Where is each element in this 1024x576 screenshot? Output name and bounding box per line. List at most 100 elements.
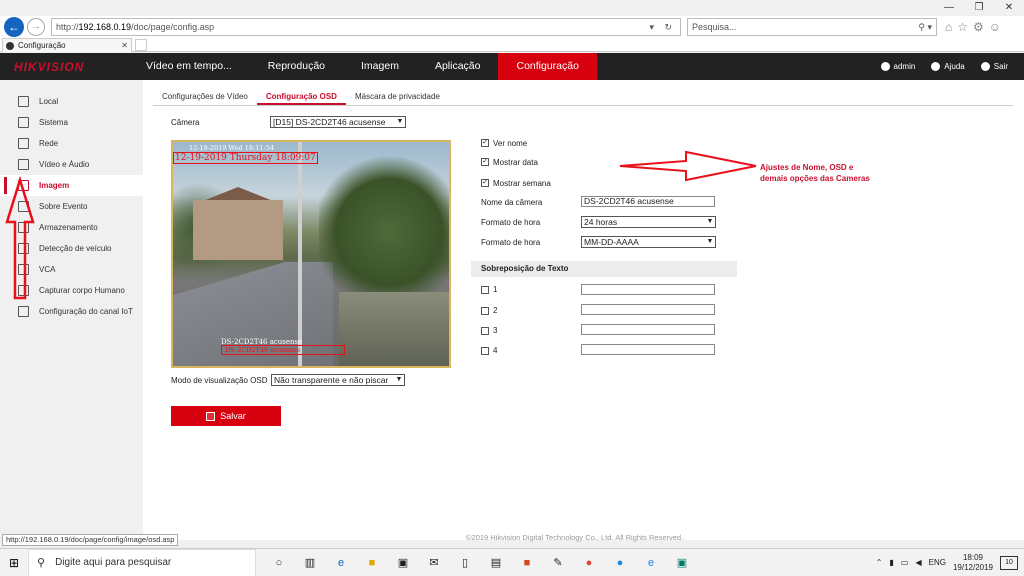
search-icon[interactable]: ⚲ ▾ [918, 22, 932, 33]
powerpoint-icon[interactable]: ■ [516, 552, 538, 574]
volume-icon[interactable]: ◀ [915, 558, 921, 567]
ie-icon[interactable]: e [640, 552, 662, 574]
home-icon[interactable]: ⌂ [945, 20, 952, 34]
save-button[interactable]: Salvar [171, 406, 281, 426]
sidebar-item-video-audio[interactable]: Vídeo e Áudio [0, 154, 143, 175]
sidebar-item-event[interactable]: Sobre Evento [0, 196, 143, 217]
overlay-3-input[interactable] [581, 324, 715, 335]
display-mode-label: Modo de visualização OSD [171, 376, 268, 385]
nav-playback[interactable]: Reprodução [250, 53, 343, 80]
show-week-checkbox[interactable]: ✓ [481, 179, 489, 187]
network-tray-icon[interactable]: ▭ [901, 558, 909, 567]
camera-name-input[interactable]: DS-2CD2T46 acusense [581, 196, 715, 207]
chevron-up-icon[interactable]: ⌃ [876, 558, 883, 567]
address-bar: ← → http:// 192.168.0.19 /doc/page/confi… [0, 16, 1024, 38]
browser-search-input[interactable]: Pesquisa... ⚲ ▾ [687, 18, 937, 36]
favorites-icon[interactable]: ☆ [957, 20, 968, 34]
show-week-label: Mostrar semana [493, 179, 551, 188]
microphone-icon[interactable]: ▮ [889, 558, 893, 567]
sidebar-item-vca[interactable]: VCA [0, 259, 143, 280]
app-icon[interactable]: ▤ [485, 552, 507, 574]
nav-application[interactable]: Aplicação [417, 53, 499, 80]
sidebar-item-iot[interactable]: Configuração do canal IoT [0, 301, 143, 322]
cortana-icon[interactable]: ○ [268, 552, 290, 574]
clock[interactable]: 18:09 19/12/2019 [953, 553, 993, 573]
show-name-checkbox[interactable]: ✓ [481, 139, 489, 147]
sidebar-item-human-body[interactable]: Capturar corpo Humano [0, 280, 143, 301]
overlay-1-input[interactable] [581, 284, 715, 295]
sidebar-item-vehicle-detection[interactable]: Detecção de veículo [0, 238, 143, 259]
tab-privacy-mask[interactable]: Máscara de privacidade [346, 90, 449, 105]
smiley-icon[interactable]: ☺ [989, 20, 1001, 34]
overlay-1-label: 1 [493, 285, 498, 294]
video-preview[interactable]: 12-19-2019 Wed 18:11:54 12-19-2019 Thurs… [171, 140, 451, 368]
overlay-4-checkbox[interactable] [481, 347, 489, 355]
taskbar-search-input[interactable]: ⚲ Digite aqui para pesquisar [28, 548, 256, 576]
store-icon[interactable]: ▣ [392, 552, 414, 574]
sidebar-item-system[interactable]: Sistema [0, 112, 143, 133]
sidebar-item-label: Detecção de veículo [39, 244, 112, 253]
vca-icon [18, 264, 29, 275]
clock-date: 19/12/2019 [952, 562, 993, 572]
back-button[interactable]: ← [4, 17, 24, 37]
browser-tab[interactable]: Configuração ✕ [2, 38, 132, 52]
mail-icon[interactable]: ✉ [423, 552, 445, 574]
user-menu[interactable]: admin [880, 62, 915, 72]
camera-select[interactable]: [D15] DS-2CD2T46 acusense ▼ [270, 116, 406, 128]
sidebar-item-label: Local [39, 97, 59, 106]
display-mode-value: Não transparente e não piscar [274, 375, 389, 385]
restore-button[interactable]: ❐ [964, 0, 994, 16]
show-name-label: Ver nome [493, 139, 528, 148]
close-window-button[interactable]: ✕ [994, 0, 1024, 16]
floppy-icon [206, 411, 216, 421]
overlay-1-checkbox[interactable] [481, 286, 489, 294]
display-mode-select[interactable]: Não transparente e não piscar ▼ [271, 374, 405, 386]
logout-link[interactable]: Sair [980, 62, 1008, 72]
sidebar-item-image[interactable]: Imagem [0, 175, 143, 196]
notification-badge[interactable]: 10 [1000, 555, 1018, 570]
overlay-2-input[interactable] [581, 304, 715, 315]
task-view-icon[interactable]: ▥ [299, 552, 321, 574]
overlay-3-checkbox[interactable] [481, 327, 489, 335]
url-tools[interactable]: ▾ ↻ [649, 22, 676, 33]
tab-osd-settings[interactable]: Configuração OSD [256, 90, 346, 105]
language-indicator[interactable]: ENG [929, 558, 946, 567]
monitor-app-icon[interactable]: ▣ [671, 552, 693, 574]
sidebar-item-storage[interactable]: Armazenamento [0, 217, 143, 238]
date-format-select[interactable]: MM-DD-AAAA ▼ [581, 236, 716, 248]
tab-close-icon[interactable]: ✕ [121, 41, 128, 50]
document-icon[interactable]: ▯ [454, 552, 476, 574]
overlay-4-input[interactable] [581, 344, 715, 355]
url-field[interactable]: http:// 192.168.0.19 /doc/page/config.as… [51, 18, 681, 36]
sidebar-item-network[interactable]: Rede [0, 133, 143, 154]
sidebar-item-label: Imagem [39, 181, 70, 190]
start-button[interactable]: ⊞ [0, 556, 28, 570]
gear-icon[interactable]: ⚙ [973, 20, 984, 34]
file-explorer-icon[interactable]: ■ [361, 552, 383, 574]
osd-date-overlay[interactable]: 12-19-2019 Thursday 18:09:07 [173, 152, 318, 164]
show-date-checkbox[interactable]: ✓ [481, 158, 489, 166]
forward-button[interactable]: → [27, 18, 45, 36]
minimize-button[interactable]: — [934, 0, 964, 16]
event-icon [18, 201, 29, 212]
sidebar-item-label: Rede [39, 139, 59, 148]
preview-wall [339, 292, 449, 366]
chrome-icon[interactable]: ● [578, 552, 600, 574]
overlay-2-checkbox[interactable] [481, 307, 489, 315]
nav-configuration[interactable]: Configuração [498, 53, 597, 80]
nav-live-view[interactable]: Vídeo em tempo... [128, 53, 250, 80]
nav-image[interactable]: Imagem [343, 53, 417, 80]
network-icon [18, 138, 29, 149]
edge-icon[interactable]: e [330, 552, 352, 574]
new-tab-button[interactable] [135, 39, 147, 51]
window-controls: — ❐ ✕ [934, 0, 1024, 16]
paint-icon[interactable]: ✎ [547, 552, 569, 574]
browser-icon[interactable]: ● [609, 552, 631, 574]
audio-video-icon [18, 159, 29, 170]
tab-video-settings[interactable]: Configurações de Vídeo [153, 90, 257, 105]
time-format-select[interactable]: 24 horas ▼ [581, 216, 716, 228]
overlay-2-label: 2 [493, 306, 498, 315]
sidebar-item-local[interactable]: Local [0, 91, 143, 112]
help-link[interactable]: Ajuda [931, 62, 965, 72]
osd-name-overlay[interactable]: DS-2CD2T46 acusense [221, 345, 345, 355]
